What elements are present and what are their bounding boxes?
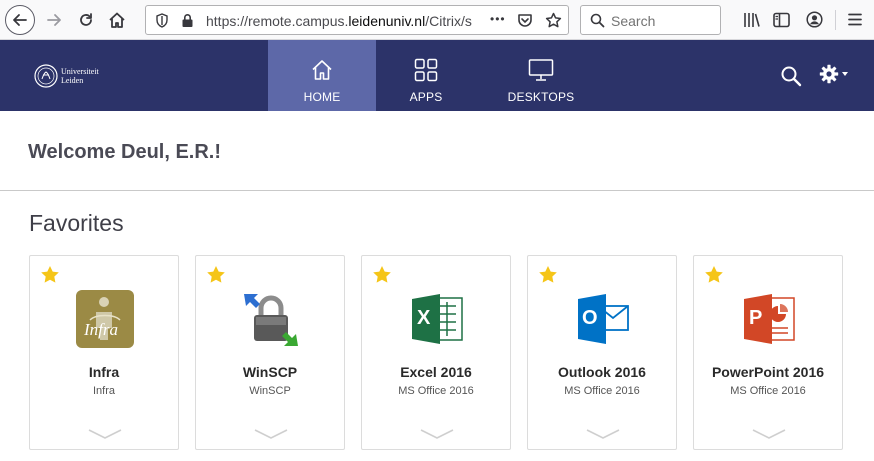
search-placeholder: Search — [611, 13, 656, 29]
app-subtitle: Infra — [92, 385, 115, 397]
bookmark-star-icon[interactable] — [545, 12, 562, 29]
divider — [0, 190, 874, 191]
favorite-star-icon[interactable] — [40, 265, 60, 284]
pocket-icon[interactable] — [517, 13, 533, 28]
outlook-app-icon: O — [574, 290, 632, 348]
tab-home-label: HOME — [303, 90, 341, 104]
app-name: Infra — [88, 364, 120, 380]
infra-icon-label: Infra — [84, 320, 118, 339]
gear-icon — [819, 64, 839, 84]
chevron-down-icon[interactable] — [253, 428, 289, 440]
tab-apps[interactable]: APPS — [372, 40, 480, 111]
infra-app-icon: Infra — [76, 290, 134, 348]
welcome-heading: Welcome Deul, E.R.! — [28, 141, 222, 163]
home-icon — [312, 60, 332, 80]
search-icon — [590, 13, 605, 28]
search-bar[interactable]: Search — [580, 5, 721, 35]
powerpoint-icon-letter: P — [749, 307, 763, 329]
favorite-star-icon[interactable] — [372, 265, 392, 284]
favorite-star-icon[interactable] — [206, 265, 226, 284]
tab-desktops[interactable]: DESKTOPS — [487, 40, 595, 111]
tab-desktops-label: DESKTOPS — [507, 90, 575, 104]
settings-menu-button[interactable] — [819, 64, 849, 84]
university-logo[interactable]: Universiteit Leiden — [34, 63, 102, 89]
browser-toolbar: https://remote.campus.leidenuniv.nl/Citr… — [0, 0, 874, 40]
url-prefix: https://remote.campus. — [206, 13, 349, 29]
account-icon[interactable] — [806, 11, 823, 28]
url-text[interactable]: https://remote.campus.leidenuniv.nl/Citr… — [206, 13, 496, 29]
reload-icon — [80, 13, 92, 26]
app-name: PowerPoint 2016 — [711, 364, 825, 380]
app-subtitle: MS Office 2016 — [564, 385, 640, 397]
chevron-down-icon[interactable] — [751, 428, 787, 440]
app-subtitle: WinSCP — [249, 385, 291, 397]
chevron-down-icon[interactable] — [419, 428, 455, 440]
apps-grid-icon — [414, 58, 438, 82]
app-card-excel[interactable]: X Excel 2016 MS Office 2016 — [361, 255, 511, 450]
app-name: Excel 2016 — [400, 364, 472, 380]
url-bar[interactable]: https://remote.campus.leidenuniv.nl/Citr… — [145, 5, 569, 35]
app-card-infra[interactable]: Infra Infra Infra — [29, 255, 179, 450]
back-button[interactable] — [5, 5, 35, 35]
lock-icon — [182, 14, 193, 27]
app-card-powerpoint[interactable]: P PowerPoint 2016 MS Office 2016 — [693, 255, 843, 450]
tab-apps-label: APPS — [409, 90, 443, 104]
forward-button[interactable] — [40, 6, 68, 34]
seal-icon — [34, 64, 58, 88]
home-button[interactable] — [103, 6, 131, 34]
favorite-star-icon[interactable] — [538, 265, 558, 284]
powerpoint-app-icon: P — [740, 290, 798, 348]
app-subtitle: MS Office 2016 — [398, 385, 474, 397]
outlook-icon-letter: O — [582, 307, 598, 329]
home-icon — [109, 12, 125, 28]
vertical-separator — [835, 10, 836, 30]
app-name: WinSCP — [242, 364, 298, 380]
url-domain: leidenuniv.nl — [348, 13, 426, 29]
reload-button[interactable] — [72, 6, 100, 34]
logo-line1: Universiteit — [61, 67, 99, 76]
logo-line2: Leiden — [61, 76, 84, 85]
search-icon — [781, 66, 802, 87]
excel-icon-letter: X — [417, 307, 431, 329]
monitor-icon — [528, 59, 554, 81]
arrow-left-icon — [13, 14, 27, 26]
library-icon[interactable] — [743, 12, 761, 28]
excel-app-icon: X — [408, 290, 466, 348]
favorite-star-icon[interactable] — [704, 265, 724, 284]
menu-icon[interactable] — [848, 13, 862, 26]
caret-down-icon — [842, 72, 848, 76]
url-suffix: /Citrix/s — [425, 13, 472, 29]
app-card-winscp[interactable]: WinSCP WinSCP — [195, 255, 345, 450]
tab-home[interactable]: HOME — [268, 40, 376, 111]
app-card-outlook[interactable]: O Outlook 2016 MS Office 2016 — [527, 255, 677, 450]
chevron-down-icon[interactable] — [87, 428, 123, 440]
favorites-heading: Favorites — [29, 210, 124, 236]
page-actions-button[interactable]: ••• — [490, 12, 506, 26]
app-name: Outlook 2016 — [558, 364, 646, 380]
winscp-app-icon — [242, 290, 300, 348]
shield-icon — [156, 13, 168, 28]
app-header: Universiteit Leiden HOME APPS DESKTOPS — [0, 40, 874, 111]
arrow-right-icon — [47, 14, 61, 26]
sidebar-icon[interactable] — [773, 12, 790, 28]
chevron-down-icon[interactable] — [585, 428, 621, 440]
logo-text: Universiteit Leiden — [61, 67, 99, 85]
header-search-button[interactable] — [780, 65, 802, 92]
app-subtitle: MS Office 2016 — [730, 385, 806, 397]
